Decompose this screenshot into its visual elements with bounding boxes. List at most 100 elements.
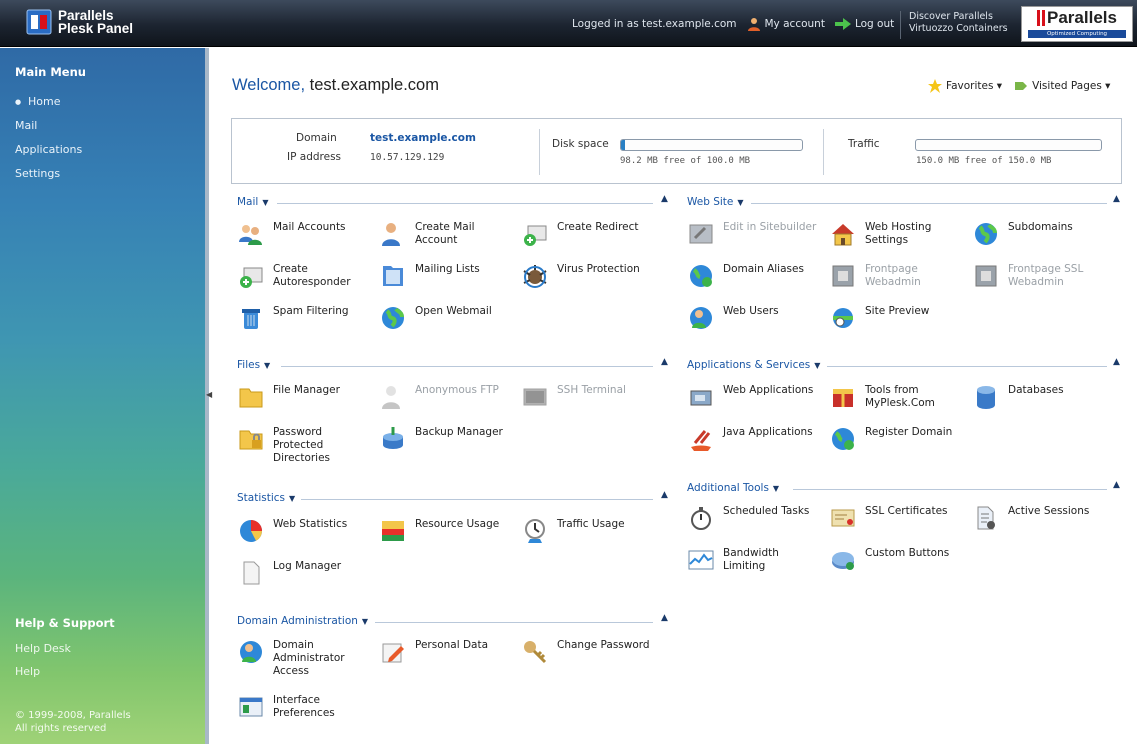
domain-aliases-button[interactable]: Domain Aliases <box>687 263 827 290</box>
frontpage-webadmin-button[interactable]: Frontpage Webadmin <box>829 263 969 290</box>
log-out-label[interactable]: Log out <box>855 18 894 30</box>
chevron-down-icon: ▾ <box>996 80 1003 92</box>
sidebar-item-applications[interactable]: Applications <box>15 138 82 162</box>
anonymous-ftp-button[interactable]: Anonymous FTP <box>379 384 519 411</box>
bandwidth-limiting-button[interactable]: Bandwidth Limiting <box>687 547 827 574</box>
mail-accounts-button[interactable]: Mail Accounts <box>237 221 377 248</box>
collapse-up-icon[interactable]: ▲ <box>1113 357 1120 367</box>
section-statistics-header[interactable]: Statistics ▼ <box>237 492 295 504</box>
section-files-header[interactable]: Files ▼ <box>237 359 270 371</box>
create-redirect-button[interactable]: Create Redirect <box>521 221 661 248</box>
globe-icon <box>687 262 715 290</box>
section-applications-services-header[interactable]: Applications & Services ▼ <box>687 359 820 371</box>
favorites-menu[interactable]: Favorites ▾ <box>928 79 1002 93</box>
ssh-terminal-label: SSH Terminal <box>557 384 626 396</box>
parallels-brand-logo[interactable]: Parallels Optimized Computing <box>1021 6 1133 42</box>
section-mail-header[interactable]: Mail ▼ <box>237 196 268 208</box>
collapse-up-icon[interactable]: ▲ <box>661 194 668 204</box>
personal-data-button[interactable]: Personal Data <box>379 639 519 666</box>
section-web-site-header[interactable]: Web Site ▼ <box>687 196 744 208</box>
autoresponder-icon <box>237 262 265 290</box>
web-hosting-settings-button[interactable]: Web Hosting Settings <box>829 221 969 248</box>
bug-icon <box>521 262 549 290</box>
section-statistics-title: Statistics <box>237 492 285 504</box>
domain-link[interactable]: test.example.com <box>370 132 476 144</box>
mailing-lists-button[interactable]: Mailing Lists <box>379 263 519 290</box>
change-password-button[interactable]: Change Password <box>521 639 661 666</box>
redirect-icon <box>521 220 549 248</box>
tools-from-myplesk-button[interactable]: Tools from MyPlesk.Com <box>829 384 969 411</box>
globe-icon <box>829 425 857 453</box>
plesk-logo[interactable]: Parallels Plesk Panel <box>26 9 133 35</box>
sidebar-item-mail[interactable]: Mail <box>15 114 82 138</box>
sidebar-collapse-handle[interactable]: ◀ <box>206 390 212 399</box>
collapse-up-icon[interactable]: ▲ <box>661 613 668 623</box>
section-web-site-title: Web Site <box>687 196 734 208</box>
sidebar-item-home[interactable]: Home <box>15 90 82 114</box>
create-autoresponder-button[interactable]: Create Autoresponder <box>237 263 377 290</box>
domain-administrator-access-button[interactable]: Domain Administrator Access <box>237 639 377 678</box>
web-statistics-button[interactable]: Web Statistics <box>237 518 377 545</box>
sidebar-item-settings[interactable]: Settings <box>15 162 82 186</box>
subdomains-button[interactable]: Subdomains <box>972 221 1112 248</box>
web-users-button[interactable]: Web Users <box>687 305 827 332</box>
backup-manager-label: Backup Manager <box>415 426 503 438</box>
section-additional-tools-header[interactable]: Additional Tools ▼ <box>687 482 779 494</box>
web-users-icon <box>687 304 715 332</box>
resource-usage-button[interactable]: Resource Usage <box>379 518 519 545</box>
collapse-up-icon[interactable]: ▲ <box>661 490 668 500</box>
active-sessions-button[interactable]: Active Sessions <box>972 505 1112 532</box>
help-link[interactable]: Help <box>15 665 40 678</box>
ssl-certificates-label: SSL Certificates <box>865 505 948 517</box>
section-divider <box>277 203 653 204</box>
star-icon <box>928 79 942 93</box>
spam-filtering-button[interactable]: Spam Filtering <box>237 305 377 332</box>
databases-button[interactable]: Databases <box>972 384 1112 411</box>
section-divider <box>375 622 653 623</box>
java-applications-button[interactable]: Java Applications <box>687 426 827 453</box>
collapse-up-icon[interactable]: ▲ <box>1113 480 1120 490</box>
my-account-label[interactable]: My account <box>765 18 825 30</box>
section-domain-administration-header[interactable]: Domain Administration ▼ <box>237 615 368 627</box>
sidebar-item-label: Mail <box>15 119 38 132</box>
scheduled-tasks-button[interactable]: Scheduled Tasks <box>687 505 827 532</box>
ssh-terminal-button[interactable]: SSH Terminal <box>521 384 661 411</box>
visited-pages-menu[interactable]: Visited Pages ▾ <box>1014 79 1110 93</box>
mail-accounts-icon <box>237 220 265 248</box>
log-out-link[interactable]: Log out <box>834 17 894 30</box>
traffic-usage-button[interactable]: Traffic Usage <box>521 518 661 545</box>
chevron-down-icon: ▼ <box>814 360 821 370</box>
open-webmail-button[interactable]: Open Webmail <box>379 305 519 332</box>
edit-in-sitebuilder-button[interactable]: Edit in Sitebuilder <box>687 221 827 248</box>
open-webmail-label: Open Webmail <box>415 305 492 317</box>
brand-name: Parallels <box>1047 8 1117 27</box>
frontpage-ssl-webadmin-button[interactable]: Frontpage SSL Webadmin <box>972 263 1112 290</box>
custom-buttons-button[interactable]: Custom Buttons <box>829 547 969 574</box>
log-manager-button[interactable]: Log Manager <box>237 560 377 587</box>
backup-manager-button[interactable]: Backup Manager <box>379 426 519 453</box>
section-applications-services-title: Applications & Services <box>687 359 811 371</box>
virus-protection-button[interactable]: Virus Protection <box>521 263 661 290</box>
java-icon <box>687 425 715 453</box>
help-desk-link[interactable]: Help Desk <box>15 642 71 655</box>
file-manager-button[interactable]: File Manager <box>237 384 377 411</box>
register-domain-button[interactable]: Register Domain <box>829 426 969 453</box>
logo-line-2: Plesk Panel <box>58 21 134 36</box>
web-applications-button[interactable]: Web Applications <box>687 384 827 411</box>
discover-virtuozzo-link[interactable]: Discover Parallels Virtuozzo Containers <box>900 11 1008 39</box>
edit-in-sitebuilder-label: Edit in Sitebuilder <box>723 221 817 233</box>
folder-icon <box>237 383 265 411</box>
chevron-down-icon: ▼ <box>289 493 296 503</box>
ssl-certificates-button[interactable]: SSL Certificates <box>829 505 969 532</box>
interface-preferences-button[interactable]: Interface Preferences <box>237 694 377 721</box>
collapse-up-icon[interactable]: ▲ <box>661 357 668 367</box>
main-menu: Home Mail Applications Settings <box>15 90 82 186</box>
my-account-link[interactable]: My account <box>747 17 825 31</box>
sidebar-item-label: Applications <box>15 143 83 156</box>
site-preview-button[interactable]: Site Preview <box>829 305 969 332</box>
password-protected-directories-button[interactable]: Password Protected Directories <box>237 426 377 465</box>
collapse-up-icon[interactable]: ▲ <box>1113 194 1120 204</box>
discover-line-2: Virtuozzo Containers <box>909 23 1008 34</box>
create-mail-account-button[interactable]: Create Mail Account <box>379 221 519 248</box>
welcome-prefix: Welcome, <box>232 76 306 94</box>
